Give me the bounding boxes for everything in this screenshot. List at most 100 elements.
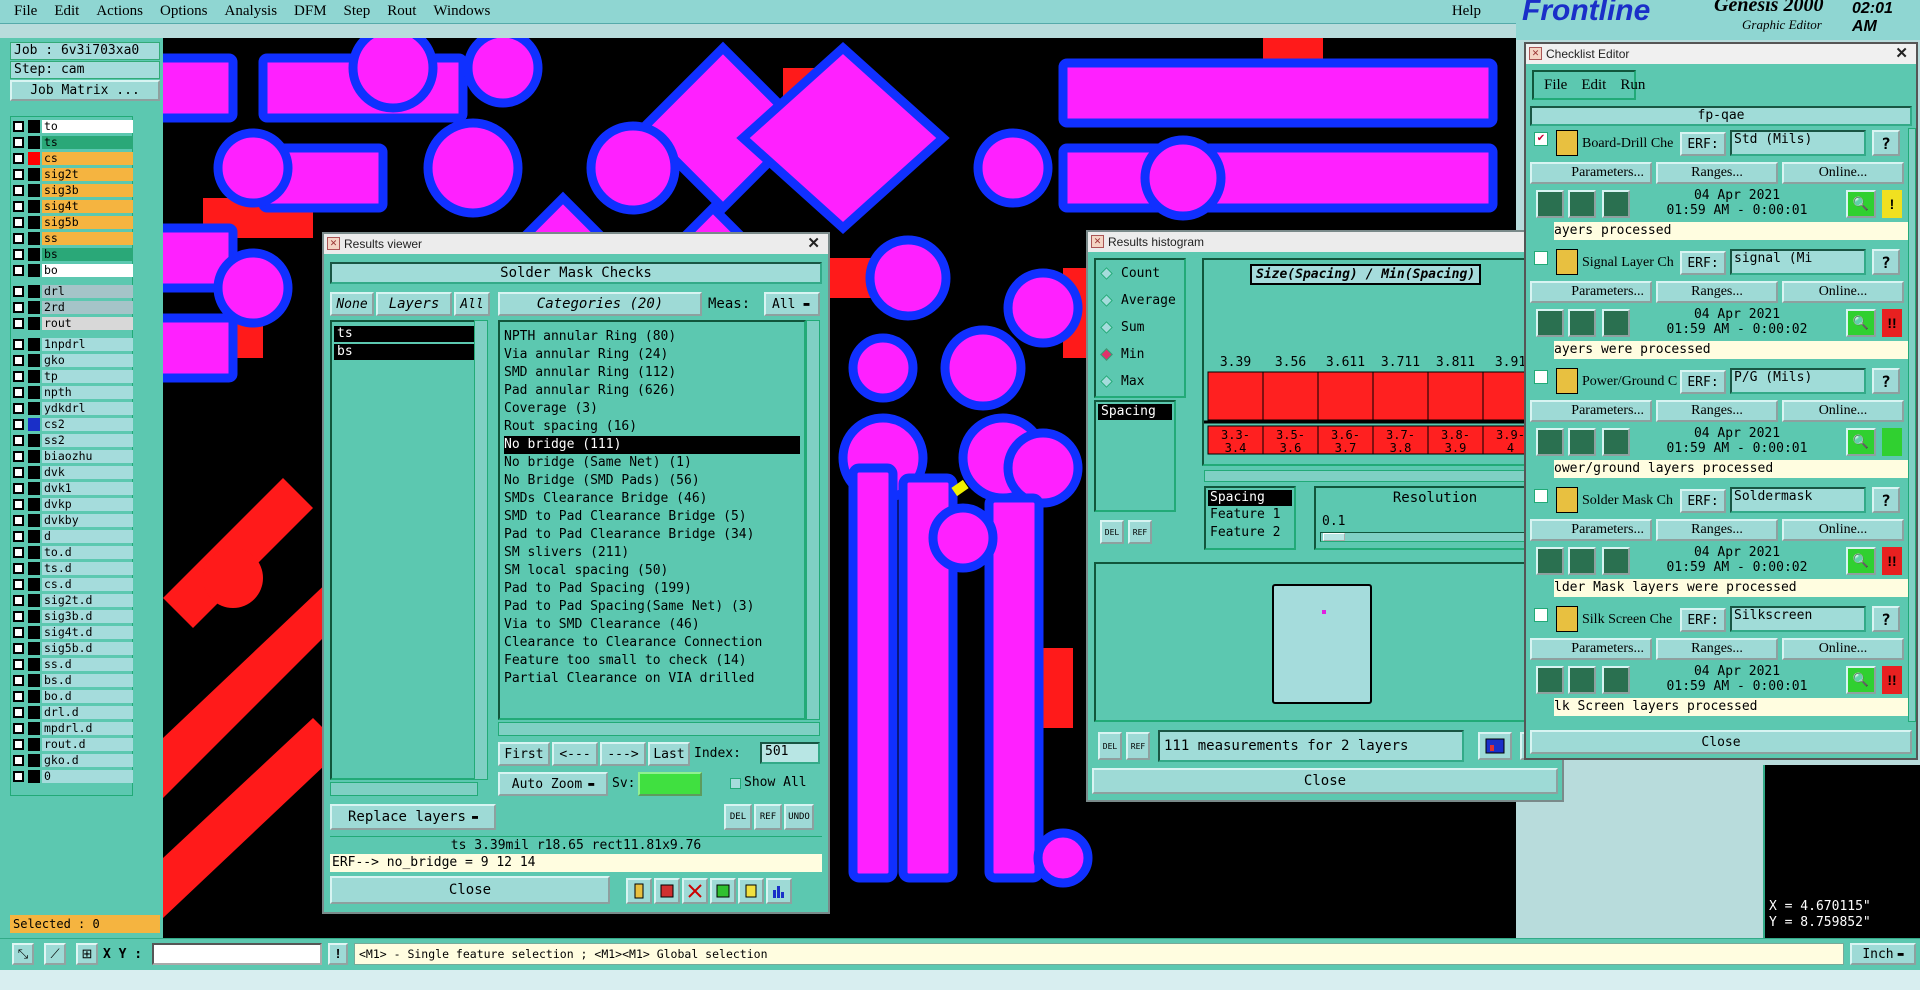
layer-swatch[interactable]	[28, 120, 40, 133]
layer-swatch[interactable]	[28, 578, 40, 591]
help-icon[interactable]: ?	[1872, 606, 1900, 632]
layer-row[interactable]: sig5b	[13, 215, 133, 230]
layer-name[interactable]: sig4t	[42, 200, 133, 213]
layer-swatch[interactable]	[28, 514, 40, 527]
mode-radio[interactable]: Min	[1100, 347, 1144, 362]
category-item[interactable]: Partial Clearance on VIA drilled	[504, 670, 800, 688]
layer-row[interactable]: sig3b.d	[13, 609, 133, 624]
category-item[interactable]: Pad to Pad Spacing (199)	[504, 580, 800, 598]
layer-checkbox[interactable]	[13, 217, 24, 228]
layer-checkbox[interactable]	[13, 339, 24, 350]
layer-checkbox[interactable]	[13, 723, 24, 734]
layer-row[interactable]: sig4t.d	[13, 625, 133, 640]
layer-name[interactable]: drl	[42, 285, 133, 298]
histogram-titlebar[interactable]: ✕ Results histogram	[1088, 232, 1562, 252]
mode-radio[interactable]: Count	[1100, 266, 1160, 281]
layer-checkbox[interactable]	[13, 387, 24, 398]
layer-name[interactable]: ss.d	[42, 658, 133, 671]
layer-row[interactable]: drl.d	[13, 705, 133, 720]
meas-dropdown[interactable]: All ▬	[764, 292, 820, 316]
ranges-button[interactable]: Ranges...	[1656, 162, 1778, 184]
layer-name[interactable]: sig5b.d	[42, 642, 133, 655]
layer-swatch[interactable]	[28, 642, 40, 655]
run-all-icon[interactable]	[1602, 547, 1630, 575]
layer-name[interactable]: d	[42, 530, 133, 543]
check-enable-checkbox[interactable]	[1534, 251, 1548, 265]
window-menu-icon[interactable]: ✕	[1529, 47, 1542, 60]
all-layers-button[interactable]: All	[454, 292, 490, 316]
layer-swatch[interactable]	[28, 402, 40, 415]
layer-name[interactable]: bo.d	[42, 690, 133, 703]
ranges-button[interactable]: Ranges...	[1656, 281, 1778, 303]
layer-row[interactable]: dvkby	[13, 513, 133, 528]
histogram-bar[interactable]	[1372, 371, 1429, 421]
category-item[interactable]: No bridge (111)	[504, 436, 800, 454]
layer-name[interactable]: mpdrl.d	[42, 722, 133, 735]
layer-checkbox[interactable]	[13, 483, 24, 494]
layer-checkbox[interactable]	[13, 265, 24, 276]
layer-row[interactable]: npth	[13, 385, 133, 400]
layer-checkbox[interactable]	[13, 595, 24, 606]
first-button[interactable]: First	[498, 742, 550, 766]
layer-name[interactable]: 1npdrl	[42, 338, 133, 351]
measure-mode-icon[interactable]: ⟋	[44, 943, 66, 965]
stop-icon[interactable]	[654, 878, 680, 904]
del-icon[interactable]: DEL	[1098, 732, 1122, 760]
erf-button[interactable]: ERF:	[1680, 608, 1726, 632]
histogram-close-button[interactable]: Close	[1092, 768, 1558, 794]
layer-checkbox[interactable]	[13, 659, 24, 670]
layer-name[interactable]: ydkdrl	[42, 402, 133, 415]
layers-button[interactable]: Layers	[376, 292, 452, 316]
layer-row[interactable]: dvkp	[13, 497, 133, 512]
layer-row[interactable]: cs2	[13, 417, 133, 432]
erf-button[interactable]: ERF:	[1680, 251, 1726, 275]
run-icon[interactable]	[1536, 190, 1564, 218]
layer-row[interactable]: dvk1	[13, 481, 133, 496]
layer-swatch[interactable]	[28, 434, 40, 447]
category-scrollbar[interactable]	[806, 320, 820, 720]
result-layer-item[interactable]: bs	[334, 344, 474, 360]
results-viewer-titlebar[interactable]: ✕ Results viewer ✕	[324, 234, 828, 254]
menu-windows[interactable]: Windows	[433, 3, 490, 20]
layer-swatch[interactable]	[28, 738, 40, 751]
ref-icon[interactable]: REF	[1126, 732, 1150, 760]
layer-name[interactable]: npth	[42, 386, 133, 399]
online-button[interactable]: Online...	[1782, 519, 1904, 541]
run-all-icon[interactable]	[1602, 428, 1630, 456]
menu-actions[interactable]: Actions	[96, 3, 143, 20]
histogram-bar[interactable]	[1207, 371, 1264, 421]
layer-swatch[interactable]	[28, 200, 40, 213]
run-icon[interactable]	[1536, 309, 1564, 337]
layer-row[interactable]: ss	[13, 231, 133, 246]
last-button[interactable]: Last	[648, 742, 690, 766]
close-button[interactable]: Close	[330, 876, 610, 904]
histogram-bar[interactable]	[1262, 371, 1319, 421]
check-enable-checkbox[interactable]: ✔	[1534, 132, 1548, 146]
show-all-checkbox[interactable]	[730, 778, 741, 789]
zoom-icon[interactable]: 🔍	[1846, 190, 1876, 218]
run-selected-icon[interactable]	[1568, 190, 1596, 218]
measure-list-item[interactable]: Spacing	[1098, 404, 1172, 420]
erf-button[interactable]: ERF:	[1680, 370, 1726, 394]
layer-row[interactable]: sig5b.d	[13, 641, 133, 656]
layer-name[interactable]: gko.d	[42, 754, 133, 767]
run-all-icon[interactable]	[1602, 309, 1630, 337]
menu-dfm[interactable]: DFM	[294, 3, 327, 20]
layer-checkbox[interactable]	[13, 611, 24, 622]
layer-swatch[interactable]	[28, 418, 40, 431]
category-item[interactable]: Clearance to Clearance Connection	[504, 634, 800, 652]
layer-name[interactable]: sig2t	[42, 168, 133, 181]
mode-radio[interactable]: Average	[1100, 293, 1176, 308]
layer-name[interactable]: tp	[42, 370, 133, 383]
layer-swatch[interactable]	[28, 216, 40, 229]
mode-radio[interactable]: Sum	[1100, 320, 1144, 335]
ref-icon[interactable]: REF	[1128, 520, 1152, 544]
layer-swatch[interactable]	[28, 301, 40, 314]
next-button[interactable]: --->	[600, 742, 646, 766]
layer-checkbox[interactable]	[13, 419, 24, 430]
layer-swatch[interactable]	[28, 248, 40, 261]
layer-checkbox[interactable]	[13, 355, 24, 366]
layer-swatch[interactable]	[28, 562, 40, 575]
check-enable-checkbox[interactable]	[1534, 489, 1548, 503]
layer-swatch[interactable]	[28, 610, 40, 623]
